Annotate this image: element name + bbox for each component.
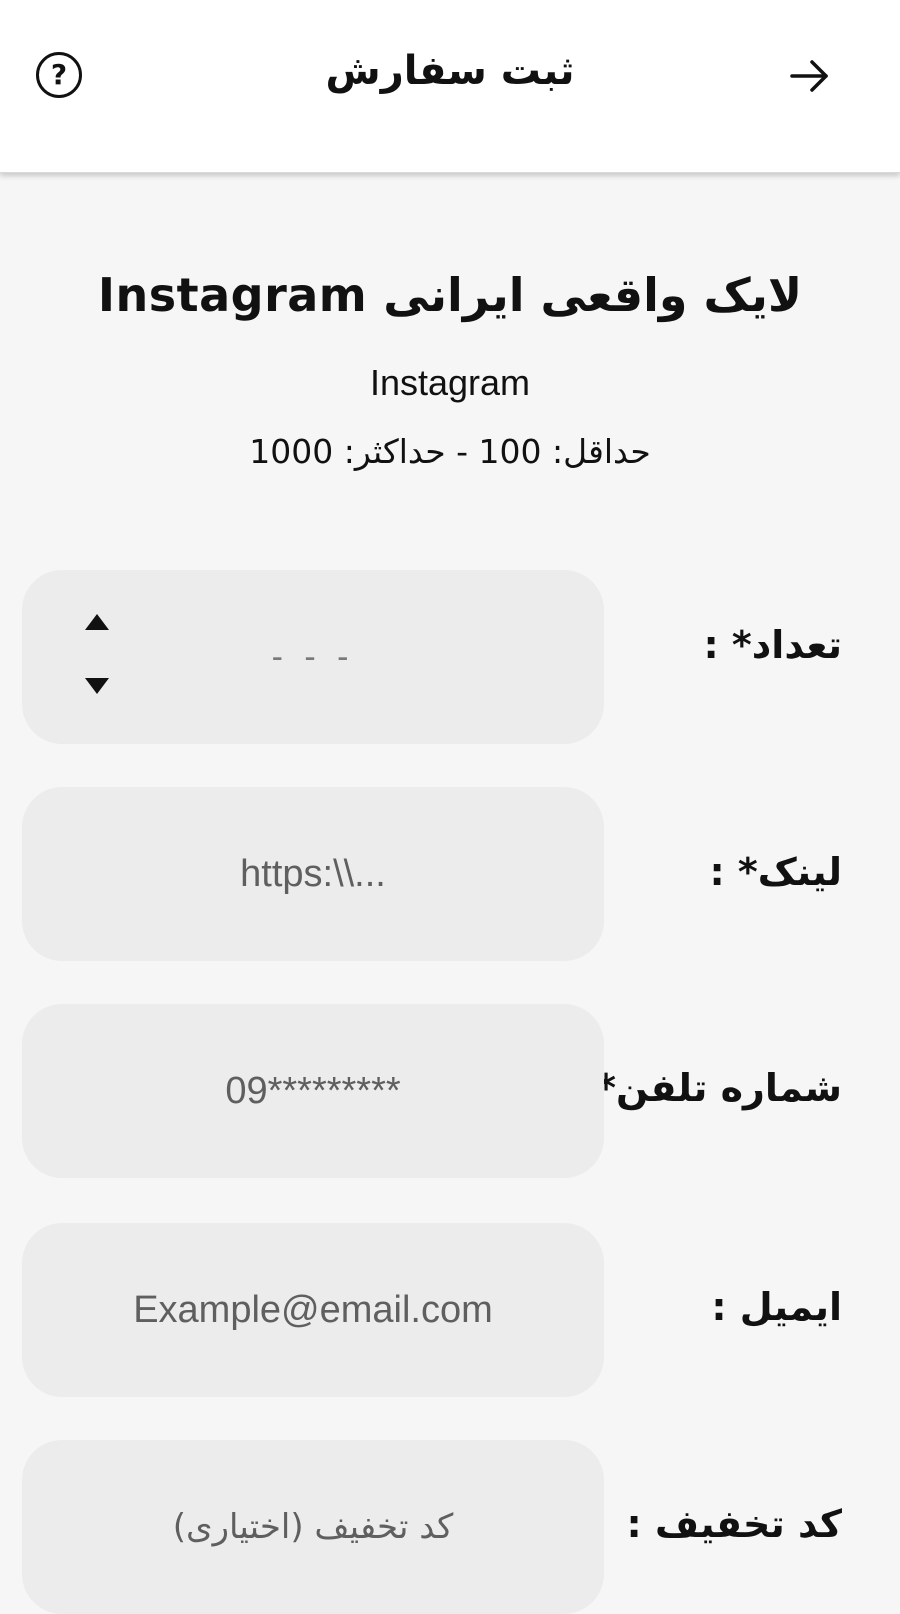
arrow-right-icon — [790, 60, 828, 92]
caret-up-icon[interactable] — [82, 610, 112, 634]
page-title: ثبت سفارش — [325, 48, 575, 94]
quantity-label: تعداد* : — [703, 623, 843, 667]
app-bar: ? ثبت سفارش — [0, 0, 900, 173]
phone-placeholder: 09********* — [225, 1069, 401, 1112]
link-field[interactable]: https:\\... — [22, 787, 604, 961]
order-limits: حداقل: 100 - حداکثر: 1000 — [249, 432, 651, 471]
email-field[interactable]: Example@email.com — [22, 1223, 604, 1397]
link-label: لینک* : — [709, 850, 843, 894]
phone-label: شماره تلفن* : — [567, 1066, 842, 1110]
quantity-stepper[interactable]: - - - — [22, 570, 604, 744]
service-title: لایک واقعی ایرانی Instagram — [97, 268, 803, 322]
back-button[interactable] — [782, 48, 838, 104]
quantity-placeholder: - - - — [271, 637, 355, 676]
caret-down-icon[interactable] — [82, 674, 112, 698]
link-placeholder: https:\\... — [240, 852, 386, 895]
quantity-stepper-controls — [82, 610, 112, 710]
discount-label: کد تخفیف : — [626, 1502, 842, 1546]
service-platform: Instagram — [369, 362, 531, 403]
email-label: ایمیل : — [711, 1285, 842, 1329]
email-placeholder: Example@email.com — [133, 1288, 493, 1331]
discount-placeholder: کد تخفیف (اختیاری) — [172, 1507, 454, 1547]
phone-field[interactable]: 09********* — [22, 1004, 604, 1178]
discount-code-field[interactable]: کد تخفیف (اختیاری) — [22, 1440, 604, 1614]
